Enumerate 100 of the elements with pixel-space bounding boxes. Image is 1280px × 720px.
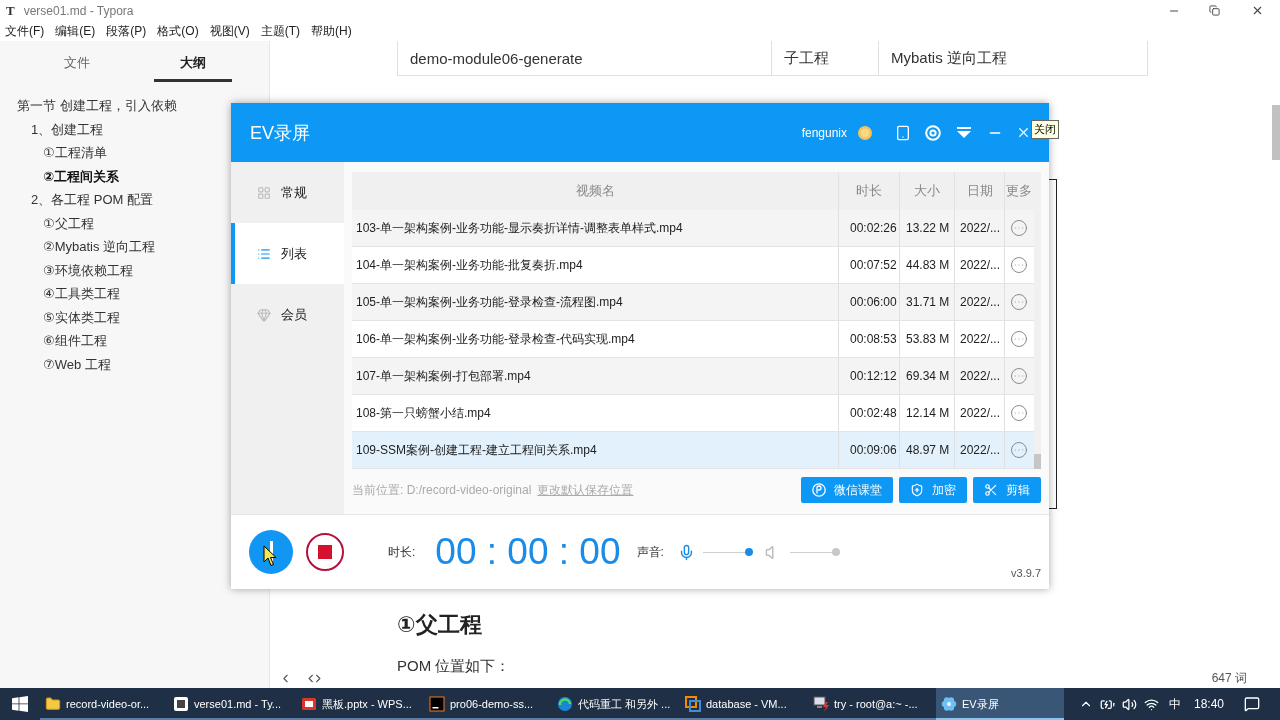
duration-cell: 00:09:06	[850, 443, 897, 457]
date-cell: 2022/...	[960, 332, 1001, 346]
outline-item[interactable]: ④工具类工程	[43, 282, 120, 306]
table-cell: 子工程	[771, 41, 878, 75]
tooltip: 关闭	[1031, 120, 1059, 139]
table-row[interactable]: 109-SSM案例-创建工程-建立工程间关系.mp4 00:09:06 48.97 M 2022/...	[352, 432, 1034, 469]
nav-item[interactable]: 列表	[231, 223, 344, 284]
overlapping-squares-icon	[685, 696, 701, 712]
menu-item[interactable]: 视图(V)	[209, 22, 250, 40]
document-paragraph: POM 位置如下：	[397, 656, 511, 676]
table-row[interactable]: 104-单一架构案例-业务功能-批复奏折.mp4 00:07:52 44.83 M 2022/...	[352, 247, 1034, 284]
window-title: verse01.md - Typora	[23, 3, 134, 18]
file-name-cell: 105-单一架构案例-业务功能-登录检查-流程图.mp4	[356, 293, 623, 311]
target-icon[interactable]	[925, 124, 941, 141]
outline-item[interactable]: ②Mybatis 逆向工程	[43, 235, 156, 259]
taskbar-item[interactable]: verse01.md - Ty...	[168, 688, 296, 720]
scissors-icon	[984, 483, 998, 497]
windows-logo-icon[interactable]	[12, 696, 28, 712]
taskbar-item[interactable]: database - VM...	[680, 688, 808, 720]
table-row[interactable]: 103-单一架构案例-业务功能-显示奏折详情-调整表单样式.mp4 00:02:26 13.22 M 2022/...	[352, 210, 1034, 247]
outline-item[interactable]: ⑤实体类工程	[43, 305, 120, 329]
input-method-indicator[interactable]: 中	[1168, 695, 1181, 713]
outline-item[interactable]: ⑦Web 工程	[43, 352, 111, 376]
restore-icon[interactable]	[1208, 5, 1220, 16]
more-icon[interactable]	[1010, 330, 1028, 348]
tablet-icon[interactable]	[895, 124, 911, 141]
stop-icon	[318, 545, 332, 559]
version-text: v3.9.7	[1011, 567, 1041, 579]
duration-cell: 00:02:26	[850, 221, 897, 235]
more-icon[interactable]	[1010, 404, 1028, 422]
coin-icon[interactable]	[858, 125, 872, 140]
notification-icon[interactable]	[1244, 696, 1260, 712]
sidebar-tab[interactable]: 大纲	[135, 41, 251, 84]
table-row[interactable]: 106-单一架构案例-业务功能-登录检查-代码实现.mp4 00:08:53 53.83 M 2022/...	[352, 321, 1034, 358]
size-cell: 53.83 M	[906, 332, 950, 346]
word-count: 647 词	[1211, 669, 1247, 687]
menu-item[interactable]: 文件(F)	[5, 22, 45, 40]
slider-thumb[interactable]	[744, 548, 753, 556]
taskbar-item[interactable]: try - root@a:~ -...	[808, 688, 936, 720]
taskbar-item[interactable]: pro06-demo-ss...	[424, 688, 552, 720]
date-cell: 2022/...	[960, 258, 1001, 272]
outline-item[interactable]: 1、创建工程	[31, 117, 104, 141]
ide-icon	[429, 696, 445, 712]
size-cell: 13.22 M	[906, 221, 950, 235]
record-button[interactable]	[249, 530, 293, 574]
app-tile-icon	[173, 696, 189, 712]
table-cell-text: demo-module06-generate	[409, 48, 584, 69]
triangle-down-icon[interactable]	[957, 127, 971, 138]
wifi-icon[interactable]	[1143, 696, 1159, 712]
file-name-cell: 107-单一架构案例-打包部署.mp4	[356, 367, 531, 385]
scrollbar-thumb[interactable]	[1272, 105, 1280, 160]
outline-item[interactable]: ①工程清单	[43, 141, 107, 165]
taskbar-item[interactable]: EV录屏	[936, 688, 1064, 720]
date-cell: 2022/...	[960, 369, 1001, 383]
menu-item[interactable]: 主题(T)	[260, 22, 300, 40]
outline-item[interactable]: ⑥组件工程	[43, 329, 107, 353]
speaker-icon[interactable]	[1121, 696, 1137, 712]
menu-item[interactable]: 帮助(H)	[311, 22, 352, 40]
more-icon[interactable]	[1010, 367, 1028, 385]
table-row[interactable]: 105-单一架构案例-业务功能-登录检查-流程图.mp4 00:06:00 31.71 M 2022/...	[352, 284, 1034, 321]
app-title: EV录屏	[250, 121, 310, 145]
outline-item[interactable]: 第一节 创建工程，引入依赖	[17, 94, 177, 118]
duration-cell: 00:12:12	[850, 369, 897, 383]
outline-item[interactable]: 2、各工程 POM 配置	[31, 188, 154, 212]
sidebar-tab[interactable]: 文件	[19, 41, 135, 84]
table-row[interactable]: 107-单一架构案例-打包部署.mp4 00:12:12 69.34 M 2022/...	[352, 358, 1034, 395]
menu-item[interactable]: 段落(P)	[106, 22, 147, 40]
app-logo-letter: T	[6, 2, 15, 19]
date-cell: 2022/...	[960, 406, 1001, 420]
duration-cell: 00:06:00	[850, 295, 897, 309]
file-name-cell: 109-SSM案例-创建工程-建立工程间关系.mp4	[356, 441, 597, 459]
flower-icon	[941, 696, 957, 712]
taskbar-item[interactable]: record-video-or...	[40, 688, 168, 720]
nav-item[interactable]: 会员	[231, 284, 344, 345]
nav-item[interactable]: 常规	[231, 162, 344, 223]
scrollbar-thumb[interactable]	[1034, 454, 1041, 469]
file-name-cell: 104-单一架构案例-业务功能-批复奏折.mp4	[356, 256, 583, 274]
size-cell: 69.34 M	[906, 369, 950, 383]
more-icon[interactable]	[1010, 441, 1028, 459]
taskbar-item[interactable]: 代码重工 和另外 ...	[552, 688, 680, 720]
save-location-text: 当前位置: D:/record-video-original	[352, 481, 532, 499]
more-icon[interactable]	[1010, 219, 1028, 237]
table-row[interactable]: 108-第一只螃蟹小结.mp4 00:02:48 12.14 M 2022/...	[352, 395, 1034, 432]
gem-icon	[257, 307, 271, 322]
outline-item[interactable]: ③环境依赖工程	[43, 258, 133, 282]
mouse-pointer-icon	[263, 545, 277, 567]
clock-time[interactable]: 18:40	[1193, 697, 1224, 711]
file-name-cell: 106-单一架构案例-业务功能-登录检查-代码实现.mp4	[356, 330, 635, 348]
stop-button[interactable]	[306, 533, 344, 571]
taskbar-item[interactable]: 黑板.pptx - WPS...	[296, 688, 424, 720]
menu-item[interactable]: 编辑(E)	[55, 22, 96, 40]
sound-label: 声音:	[636, 543, 664, 561]
more-icon[interactable]	[1010, 256, 1028, 274]
slider-thumb[interactable]	[831, 548, 840, 556]
outline-item[interactable]: ①父工程	[43, 211, 94, 235]
outline-item[interactable]: ②工程间关系	[43, 164, 119, 188]
duration-cell: 00:02:48	[850, 406, 897, 420]
menu-item[interactable]: 格式(O)	[157, 22, 199, 40]
browser-icon	[557, 696, 573, 712]
more-icon[interactable]	[1010, 293, 1028, 311]
